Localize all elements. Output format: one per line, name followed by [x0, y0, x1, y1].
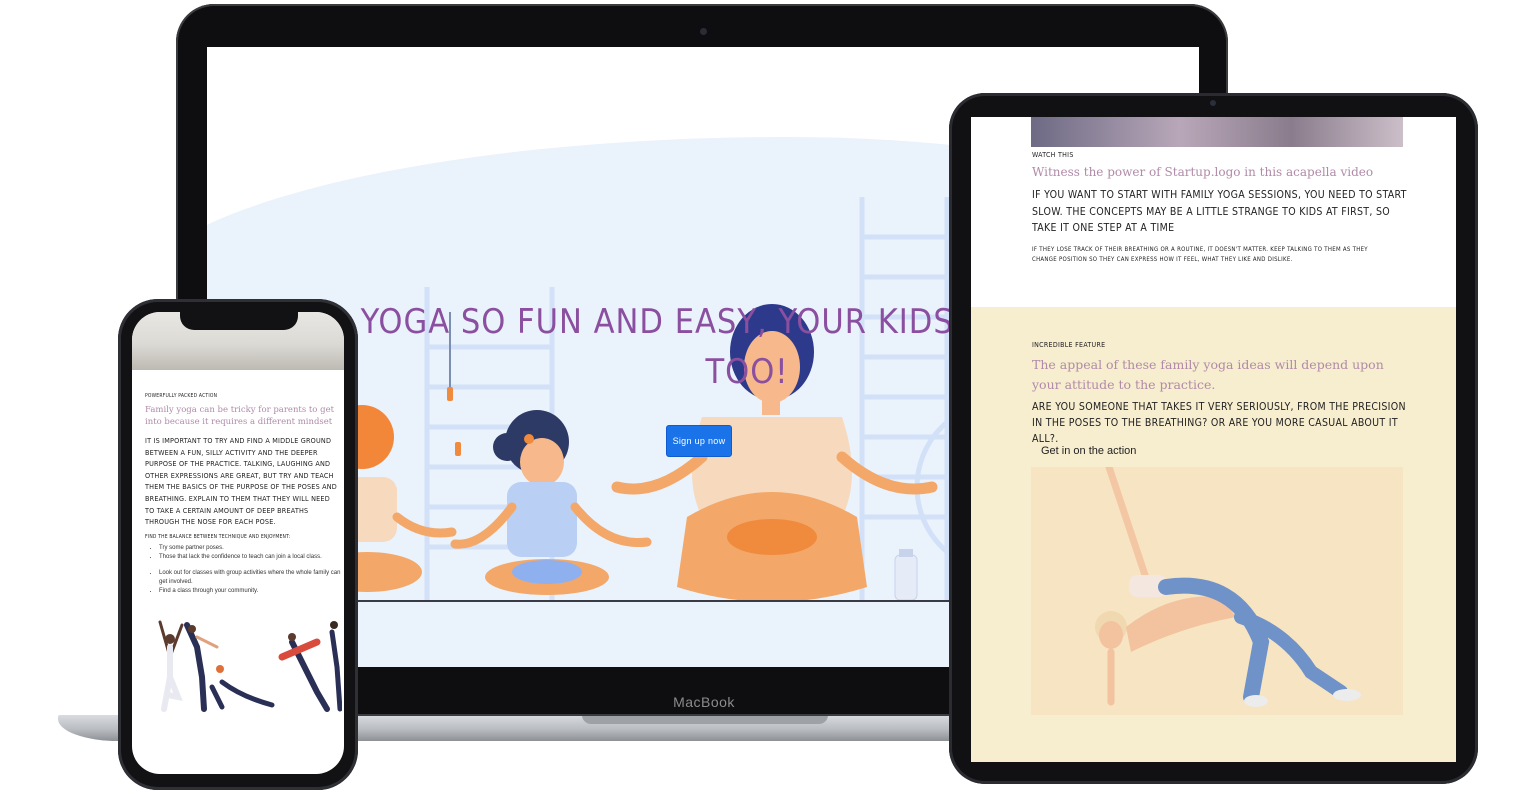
phone-screen: Powerfully packed action Family yoga can…: [132, 312, 344, 774]
feature-eyebrow: Incredible feature: [1032, 341, 1106, 349]
video-thumbnail-photo[interactable]: [1031, 117, 1403, 147]
phone-body: It is important to try and find a middle…: [145, 436, 337, 527]
tablet-camera: [1210, 100, 1216, 106]
laptop-hinge-notch: [582, 715, 828, 724]
list-item: Those that lack the confidence to teach …: [159, 553, 344, 562]
watch-eyebrow: Watch this: [1032, 151, 1074, 159]
phone-yoga-illustration: [158, 620, 342, 712]
watch-note: If they lose track of their breathing or…: [1032, 246, 1368, 263]
watch-lead: If you want to start with family yoga se…: [1032, 189, 1407, 234]
feature-heading: The appeal of these family yoga ideas wi…: [1032, 357, 1384, 392]
yoga-woman-photo: [1031, 463, 1403, 715]
list-item: Look out for classes with group activiti…: [159, 569, 344, 587]
phone-list-b: Look out for classes with group activiti…: [145, 569, 344, 596]
get-in-on-action-link[interactable]: Get in on the action: [1041, 445, 1136, 457]
phone-subhead: Find the balance between technique and e…: [145, 534, 291, 540]
phone-list-a: Try some partner poses. Those that lack …: [145, 544, 344, 562]
phone-eyebrow: Powerfully packed action: [145, 393, 218, 399]
yoga-pose-illustration: [1095, 463, 1361, 707]
feature-lead: Are you someone that takes it very serio…: [1032, 401, 1406, 445]
phone-notch: [180, 311, 298, 330]
list-item: Try some partner poses.: [159, 544, 344, 553]
phone-heading: Family yoga can be tricky for parents to…: [145, 405, 335, 427]
tablet-screen: Watch this Witness the power of Startup.…: [971, 117, 1456, 762]
sign-up-button[interactable]: Sign up now: [666, 425, 732, 457]
list-item: Find a class through your community.: [159, 587, 344, 596]
laptop-camera: [700, 28, 707, 35]
watch-heading: Witness the power of Startup.logo in thi…: [1032, 165, 1374, 179]
laptop-brand-label: MacBook: [673, 694, 735, 710]
